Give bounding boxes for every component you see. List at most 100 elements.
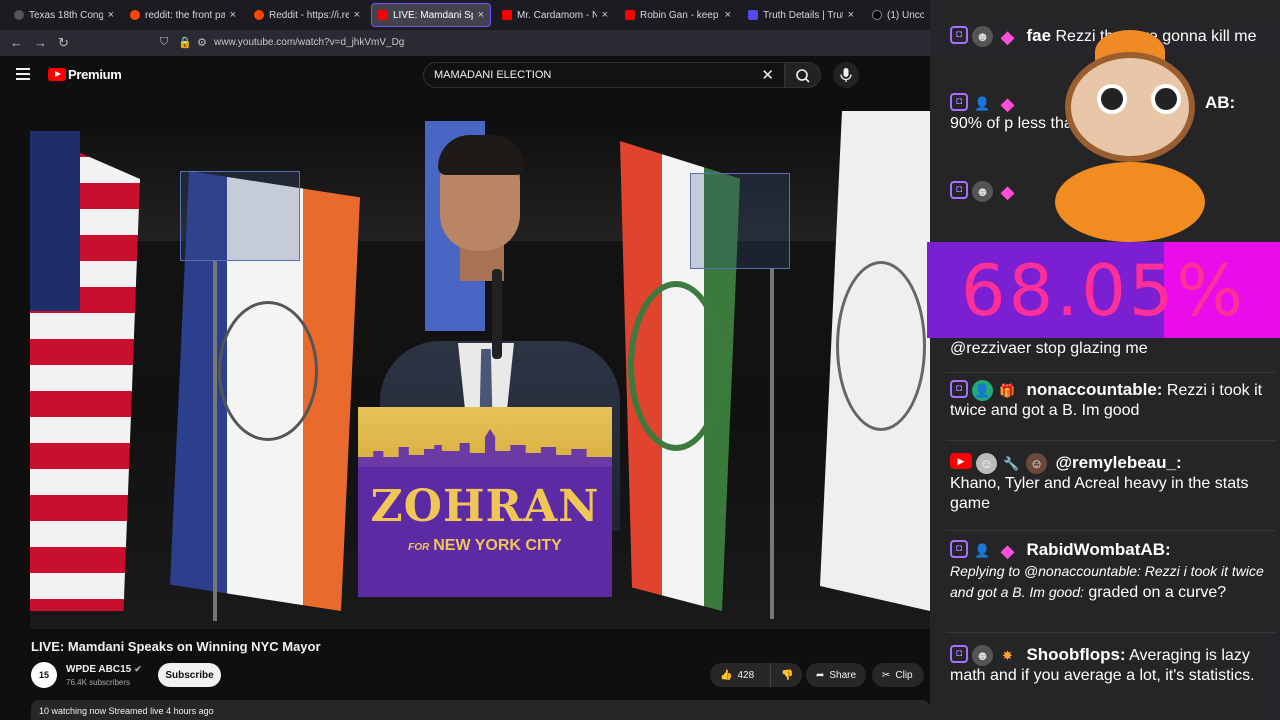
subscriber-count: 76.4K subscribers	[66, 678, 131, 687]
view-meta: 10 watching now Streamed live 4 hours ag…	[39, 706, 214, 716]
teleprompter-right	[690, 173, 790, 269]
channel-name-row[interactable]: WPDE ABC15 ✔	[66, 664, 142, 675]
tab-close-icon[interactable]: ×	[354, 9, 360, 21]
chat-message: ◘ 👤 🎁 nonaccountable: Rezzi i took it tw…	[950, 380, 1270, 421]
podium-sign-city: NEW YORK CITY	[433, 537, 562, 554]
clear-search-icon[interactable]: ✕	[761, 66, 774, 84]
badge-row: ▶ ☺ 🔧 ☺	[950, 453, 1047, 475]
tab-close-icon[interactable]: ×	[478, 9, 484, 21]
search-button[interactable]	[785, 62, 821, 88]
gem-icon: ◆	[1000, 93, 1015, 114]
tab-reddit-image[interactable]: Reddit - https://i.redd.it ×	[248, 3, 366, 27]
thumbs-down-icon: 👎	[781, 669, 794, 681]
reddit-icon	[130, 10, 140, 20]
clip-button[interactable]: ✂ Clip	[872, 663, 924, 687]
twitch-icon: ◘	[950, 93, 968, 111]
youtube-header: Premium MAMADANI ELECTION ✕	[0, 56, 930, 96]
chat-message: ▶ ☺ 🔧 ☺ @remylebeau_: Khano, Tyler and A…	[950, 453, 1270, 514]
gem-icon: ◆	[1000, 26, 1015, 47]
tab-truth-details[interactable]: Truth Details | Truth Soc ×	[742, 3, 860, 27]
back-arrow-icon[interactable]: ←	[10, 35, 23, 50]
sticker-icon: ✸	[1002, 647, 1013, 663]
chat-text: Khano, Tyler and Acreal heavy in the sta…	[950, 475, 1249, 513]
teleprompter-stand-right	[770, 269, 774, 619]
mask-icon: ☻	[972, 645, 993, 667]
youtube-icon	[378, 10, 388, 20]
chat-divider	[946, 372, 1276, 373]
podium-sign-for: FOR	[408, 542, 430, 553]
x-icon	[872, 10, 882, 20]
share-button[interactable]: ➦ Share	[806, 663, 866, 687]
youtube-logo-icon[interactable]	[48, 68, 66, 81]
dislike-button[interactable]: 👎	[770, 663, 802, 687]
like-button[interactable]: 👍 428	[710, 663, 770, 687]
badge-row: ◘ 👤 ◆	[950, 93, 1018, 114]
chat-divider	[946, 632, 1276, 633]
gem-icon: ◆	[1000, 540, 1015, 561]
gift-icon: 🎁	[999, 382, 1016, 398]
twitch-icon: ◘	[950, 380, 968, 399]
podium-sign-tagline: FOR NEW YORK CITY	[358, 537, 612, 555]
search-query[interactable]: MAMADANI ELECTION	[434, 69, 551, 81]
tab-mr-cardamom[interactable]: Mr. Cardamom - Nani ( ×	[496, 3, 614, 27]
truth-social-icon	[748, 10, 758, 20]
chat-message: ◘ ☻ ✸ Shoobflops: Averaging is lazy math…	[950, 645, 1270, 686]
chat-username: @remylebeau_:	[1055, 453, 1182, 472]
youtube-premium-logo[interactable]: Premium	[68, 67, 122, 82]
tab-close-icon[interactable]: ×	[602, 9, 608, 21]
scissors-icon: ✂	[882, 669, 891, 681]
youtube-icon	[625, 10, 635, 20]
forward-arrow-icon[interactable]: →	[34, 35, 47, 50]
lock-icon[interactable]: 🔒	[178, 36, 192, 49]
user-icon: 👤	[974, 542, 991, 558]
subscribe-button[interactable]: Subscribe	[158, 663, 221, 687]
twitch-icon: ◘	[950, 645, 968, 664]
badge-row: ◘ ☻ ◆	[950, 181, 1018, 202]
podium-sign-name: ZOHRAN	[370, 481, 600, 532]
youtube-icon	[502, 10, 512, 20]
menu-icon[interactable]	[16, 68, 30, 83]
reddit-icon	[254, 10, 264, 20]
tab-close-icon[interactable]: ×	[230, 9, 236, 21]
chat-text: graded on a curve?	[1088, 584, 1227, 602]
chat-username: nonaccountable:	[1026, 380, 1163, 399]
us-flag-canton	[30, 131, 80, 311]
teleprompter-stand-left	[213, 261, 217, 621]
description-box[interactable]: 10 watching now Streamed live 4 hours ag…	[31, 700, 930, 720]
monkey-eye-left	[1097, 84, 1127, 114]
tab-robin-gan[interactable]: Robin Gan - keep on re ×	[619, 3, 737, 27]
channel-avatar[interactable]: 15	[31, 662, 57, 688]
reload-icon[interactable]: ↻	[58, 35, 69, 51]
tab-uncommon-sense[interactable]: (1) Uncommon Sense	[866, 3, 930, 27]
tab-texas-18th[interactable]: Texas 18th Congression ×	[8, 3, 120, 27]
pumpkin-body	[1055, 162, 1205, 242]
tab-close-icon[interactable]: ×	[848, 9, 854, 21]
twitch-icon: ◘	[950, 181, 968, 199]
shield-icon[interactable]: ⛉	[160, 36, 168, 49]
microphone-icon	[840, 68, 852, 82]
video-player[interactable]: ZOHRAN FOR NEW YORK CITY	[30, 111, 930, 629]
clip-label: Clip	[895, 669, 913, 681]
badge-row: ◘ ☻ ✸	[950, 645, 1018, 667]
tab-mamdani-live[interactable]: LIVE: Mamdani Speaks o ×	[371, 3, 491, 27]
monkey-eye-right	[1151, 84, 1181, 114]
avatar-icon: ☺	[1026, 453, 1047, 475]
mask-icon: ☻	[972, 26, 993, 48]
tab-close-icon[interactable]: ×	[725, 9, 731, 21]
chat-divider	[946, 440, 1276, 441]
percent-overlay: 68.05%	[927, 242, 1280, 338]
like-count: 428	[737, 669, 755, 681]
twitch-icon: ◘	[950, 540, 968, 559]
tab-reddit-front[interactable]: reddit: the front page of ×	[124, 3, 242, 27]
podium-microphone	[492, 269, 502, 359]
chat-username: Shoobflops:	[1026, 645, 1126, 664]
search-input[interactable]: MAMADANI ELECTION ✕	[423, 62, 785, 88]
teleprompter-left	[180, 171, 300, 261]
url-field[interactable]: www.youtube.com/watch?v=d_jhkVmV_Dg	[214, 37, 404, 48]
permissions-icon[interactable]: ⚙	[197, 36, 207, 49]
tab-close-icon[interactable]: ×	[108, 9, 114, 21]
channel-name[interactable]: WPDE ABC15	[66, 664, 131, 675]
speaker-hair	[438, 135, 524, 175]
voice-search-button[interactable]	[833, 62, 859, 88]
avatar-icon: ☺	[976, 453, 997, 475]
